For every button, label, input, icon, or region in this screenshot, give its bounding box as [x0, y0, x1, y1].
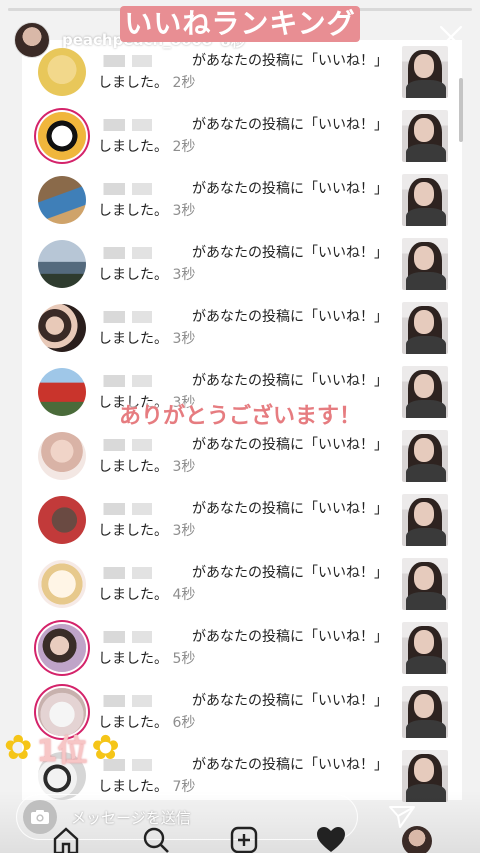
- thumb-face: [414, 246, 434, 270]
- notification-time: 2秒: [172, 139, 196, 155]
- blurred-username: [98, 567, 188, 579]
- notification-text: があなたの投稿に「いいね！」しました。 6秒: [98, 690, 388, 734]
- flower-icon: ✿: [4, 728, 33, 768]
- thumb-face: [414, 182, 434, 206]
- notification-time: 6秒: [172, 715, 196, 731]
- liker-avatar[interactable]: [38, 624, 86, 672]
- notification-time: 3秒: [172, 203, 196, 219]
- post-thumbnail[interactable]: [402, 494, 448, 546]
- blurred-username: [98, 695, 188, 707]
- notification-text: があなたの投稿に「いいね！」しました。 2秒: [98, 50, 388, 94]
- thumb-face: [414, 566, 434, 590]
- notification-row[interactable]: があなたの投稿に「いいね！」しました。 3秒: [36, 490, 456, 554]
- thumb-body: [406, 336, 446, 354]
- search-icon[interactable]: [142, 826, 170, 853]
- notification-row[interactable]: があなたの投稿に「いいね！」しました。 2秒: [36, 106, 456, 170]
- blurred-username: [98, 439, 188, 451]
- thanks-text: ありがとうございます！: [118, 404, 361, 429]
- rank-badge: ✿ 1位 ✿: [4, 726, 120, 770]
- thumb-face: [414, 438, 434, 462]
- add-icon[interactable]: [230, 826, 258, 853]
- thumb-face: [414, 502, 434, 526]
- blurred-username: [98, 375, 188, 387]
- thumb-body: [406, 464, 446, 482]
- post-thumbnail[interactable]: [402, 430, 448, 482]
- thumb-face: [414, 54, 434, 78]
- notification-row[interactable]: があなたの投稿に「いいね！」しました。 5秒: [36, 618, 456, 682]
- heart-icon[interactable]: [316, 826, 346, 853]
- home-icon[interactable]: [52, 826, 80, 853]
- blurred-username: [98, 247, 188, 259]
- notification-row[interactable]: があなたの投稿に「いいね！」しました。 4秒: [36, 554, 456, 618]
- notification-row[interactable]: があなたの投稿に「いいね！」しました。 3秒: [36, 234, 456, 298]
- thumb-body: [406, 592, 446, 610]
- thumb-body: [406, 272, 446, 290]
- liker-avatar[interactable]: [38, 176, 86, 224]
- notification-time: 3秒: [172, 331, 196, 347]
- thumb-body: [406, 208, 446, 226]
- notification-text: があなたの投稿に「いいね！」しました。 5秒: [98, 626, 388, 670]
- liker-avatar[interactable]: [38, 48, 86, 96]
- post-thumbnail[interactable]: [402, 686, 448, 738]
- notification-text: があなたの投稿に「いいね！」しました。 3秒: [98, 434, 388, 478]
- scrollbar[interactable]: [459, 78, 463, 142]
- notification-text: があなたの投稿に「いいね！」しました。 3秒: [98, 306, 388, 350]
- thumb-face: [414, 758, 434, 782]
- thumb-body: [406, 720, 446, 738]
- blurred-username: [98, 503, 188, 515]
- thumb-body: [406, 528, 446, 546]
- notification-text: があなたの投稿に「いいね！」しました。 4秒: [98, 562, 388, 606]
- liker-avatar[interactable]: [38, 560, 86, 608]
- notification-row[interactable]: があなたの投稿に「いいね！」しました。 3秒: [36, 170, 456, 234]
- notification-time: 4秒: [172, 587, 196, 603]
- liker-avatar[interactable]: [38, 432, 86, 480]
- liker-avatar[interactable]: [38, 304, 86, 352]
- thumb-face: [414, 118, 434, 142]
- notification-time: 2秒: [172, 75, 196, 91]
- liker-avatar[interactable]: [38, 112, 86, 160]
- thumb-body: [406, 80, 446, 98]
- blurred-username: [98, 119, 188, 131]
- thumb-face: [414, 694, 434, 718]
- thumb-body: [406, 656, 446, 674]
- notification-text: があなたの投稿に「いいね！」しました。 3秒: [98, 242, 388, 286]
- liker-avatar[interactable]: [38, 240, 86, 288]
- thumb-face: [414, 310, 434, 334]
- blurred-username: [98, 183, 188, 195]
- blurred-username: [98, 311, 188, 323]
- post-thumbnail[interactable]: [402, 238, 448, 290]
- thumb-face: [414, 374, 434, 398]
- notification-text: があなたの投稿に「いいね！」しました。 3秒: [98, 178, 388, 222]
- post-thumbnail[interactable]: [402, 110, 448, 162]
- notification-row[interactable]: があなたの投稿に「いいね！」しました。 3秒: [36, 298, 456, 362]
- notification-text: があなたの投稿に「いいね！」しました。 3秒: [98, 498, 388, 542]
- notification-time: 3秒: [172, 267, 196, 283]
- liker-avatar[interactable]: [38, 496, 86, 544]
- flower-icon: ✿: [91, 728, 120, 768]
- rank-text: 1位: [36, 734, 88, 769]
- post-thumbnail[interactable]: [402, 302, 448, 354]
- notification-row[interactable]: があなたの投稿に「いいね！」しました。 2秒: [36, 42, 456, 106]
- thumb-face: [414, 630, 434, 654]
- post-thumbnail[interactable]: [402, 46, 448, 98]
- ranking-title: いいねランキング: [120, 6, 360, 42]
- notification-text: があなたの投稿に「いいね！」しました。 2秒: [98, 114, 388, 158]
- notification-row[interactable]: があなたの投稿に「いいね！」しました。 3秒: [36, 426, 456, 490]
- message-placeholder: メッセージを送信: [71, 808, 191, 827]
- notification-time: 3秒: [172, 459, 196, 475]
- thumb-body: [406, 144, 446, 162]
- notification-time: 3秒: [172, 523, 196, 539]
- post-thumbnail[interactable]: [402, 622, 448, 674]
- post-thumbnail[interactable]: [402, 558, 448, 610]
- profile-avatar[interactable]: [402, 826, 432, 853]
- post-thumbnail[interactable]: [402, 174, 448, 226]
- notification-time: 5秒: [172, 651, 196, 667]
- blurred-username: [98, 55, 188, 67]
- blurred-username: [98, 631, 188, 643]
